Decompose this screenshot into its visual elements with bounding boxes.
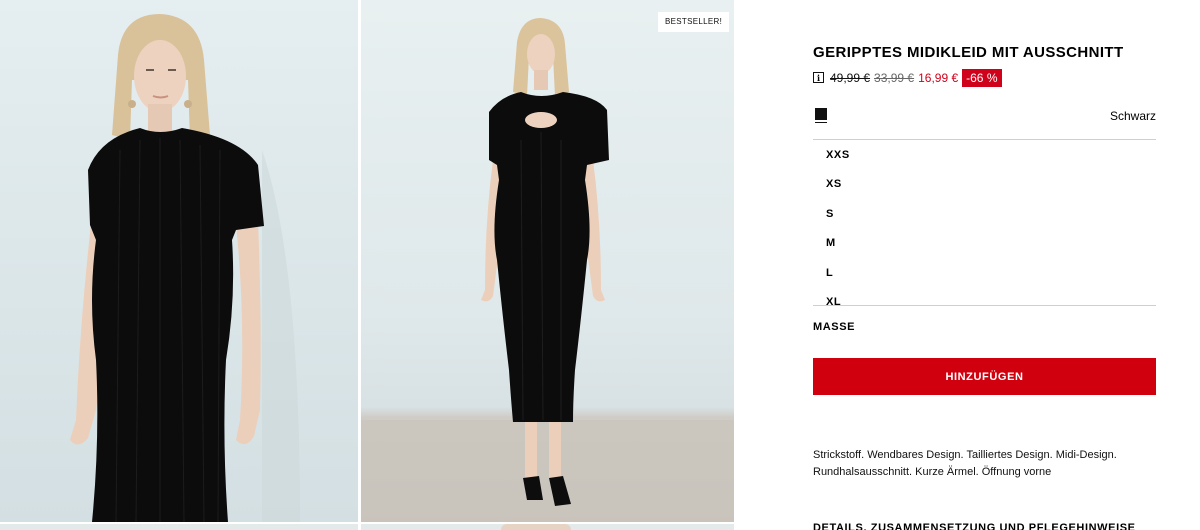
next-photo-strip-left[interactable] [0,524,358,530]
add-to-cart-button[interactable]: HINZUFÜGEN [813,358,1156,395]
size-option-xl[interactable]: XL [813,288,1156,305]
size-list[interactable]: XXS XS S M L XL [813,140,1156,305]
discount-badge: -66 % [962,68,1002,87]
divider [813,305,1156,306]
bestseller-badge: BESTSELLER! [658,12,730,32]
product-photo-front[interactable] [0,0,358,522]
price-current: 16,99 € [918,70,959,85]
color-name: Schwarz [1109,109,1156,123]
info-icon[interactable]: i [813,72,824,83]
product-photo-full[interactable] [361,0,734,522]
product-title: GERIPPTES MIDIKLEID MIT AUSSCHNITT [813,44,1124,61]
product-page: BESTSELLER! GERIPPTES MIDIKLEID MIT AUSS… [0,0,1200,530]
model-full-illustration [361,18,734,522]
model-front-illustration [70,14,300,522]
details-composition-care-link[interactable]: DETAILS, ZUSAMMENSETZUNG UND PFLEGEHINWE… [813,522,1200,530]
size-option-m[interactable]: M [813,229,1156,259]
size-option-xs[interactable]: XS [813,170,1156,200]
next-photo-strip-right[interactable] [361,524,734,530]
price-original: 49,99 € [830,70,871,85]
size-option-xxs[interactable]: XXS [813,140,1156,170]
size-guide-link[interactable]: MASSE [813,321,855,333]
price-previous: 33,99 € [874,70,915,85]
size-option-l[interactable]: L [813,258,1156,288]
price-row: i 49,99 € 33,99 € 16,99 € -66 % [813,68,1002,87]
product-description: Strickstoff. Wendbares Design. Tailliert… [813,449,1117,478]
color-swatch[interactable] [815,108,827,120]
color-swatch-selected-indicator [815,122,827,123]
size-option-s[interactable]: S [813,199,1156,229]
